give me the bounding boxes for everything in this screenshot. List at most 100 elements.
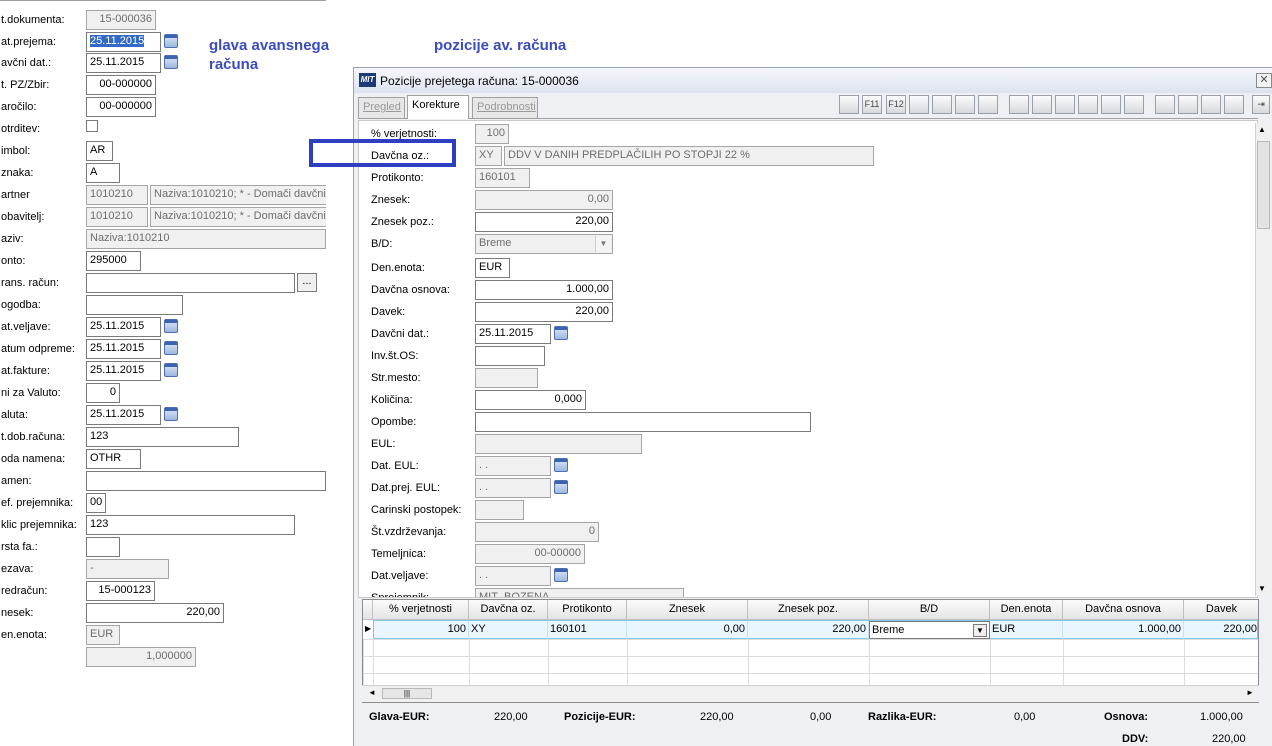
left-field-rans-ra-un[interactable] bbox=[86, 273, 295, 293]
field-inv-t-os[interactable] bbox=[475, 346, 545, 366]
left-field-ogodba[interactable] bbox=[86, 295, 183, 315]
toolbar-find-button[interactable] bbox=[1078, 95, 1098, 114]
tab-korekture[interactable]: Korekture bbox=[407, 95, 469, 119]
browse-button[interactable]: ... bbox=[297, 273, 317, 292]
close-window-button[interactable]: ✕ bbox=[1256, 73, 1272, 88]
toolbar-blank-button[interactable] bbox=[932, 95, 952, 114]
calendar-icon[interactable] bbox=[554, 326, 568, 340]
field-dav-na-oz[interactable]: XY bbox=[475, 146, 502, 166]
toolbar-last-button[interactable] bbox=[1224, 95, 1244, 114]
field-znesek[interactable]: 0,00 bbox=[475, 190, 613, 210]
toolbar-open-button[interactable] bbox=[1032, 95, 1052, 114]
toolbar-prev-button[interactable] bbox=[1178, 95, 1198, 114]
field-opombe[interactable] bbox=[475, 412, 811, 432]
grid-header-protikonto[interactable]: Protikonto bbox=[548, 600, 627, 620]
hscroll-right-arrow[interactable]: ► bbox=[1246, 688, 1254, 697]
grid-header-dav-na-osnova[interactable]: Davčna osnova bbox=[1063, 600, 1184, 620]
left-field-name-artner[interactable]: Naziva:1010210; * - Domači davčni z bbox=[150, 185, 326, 205]
field-verjetnosti[interactable]: 100 bbox=[475, 124, 509, 144]
grid-header-den-enota[interactable]: Den.enota bbox=[990, 600, 1063, 620]
hscroll-thumb[interactable]: ||| bbox=[382, 688, 432, 699]
grid-cell-dav-na-oz[interactable]: XY bbox=[469, 621, 548, 639]
dropdown-button[interactable]: ▼ bbox=[595, 236, 611, 252]
field-dat-eul[interactable]: . . bbox=[475, 456, 551, 476]
field-znesek-poz[interactable]: 220,00 bbox=[475, 212, 613, 232]
grid-hscrollbar[interactable]: ◄ ||| ► bbox=[362, 685, 1259, 702]
left-field-en-enota[interactable]: EUR bbox=[86, 625, 120, 645]
field-dav-na-osnova[interactable]: 1.000,00 bbox=[475, 280, 613, 300]
left-field-amen[interactable] bbox=[86, 471, 326, 491]
field-davek[interactable]: 220,00 bbox=[475, 302, 613, 322]
left-field-at-veljave[interactable]: 25.11.2015 bbox=[86, 317, 161, 337]
left-field-aziv[interactable]: Naziva:1010210 bbox=[86, 229, 326, 249]
toolbar-record-button[interactable] bbox=[978, 95, 998, 114]
left-field-ezava[interactable]: - bbox=[86, 559, 169, 579]
left-field-t-dokumenta[interactable]: 15-000036 bbox=[86, 10, 156, 30]
scroll-thumb[interactable] bbox=[1257, 141, 1270, 229]
grid-cell-verjetnosti[interactable]: 100 bbox=[373, 621, 469, 639]
field-dav-ni-dat[interactable]: 25.11.2015 bbox=[475, 324, 551, 344]
field-dat-prej-eul[interactable]: . . bbox=[475, 478, 551, 498]
left-field-znaka[interactable]: A bbox=[86, 163, 120, 183]
grid-cell-protikonto[interactable]: 160101 bbox=[548, 621, 627, 639]
toolbar-next-button[interactable] bbox=[1201, 95, 1221, 114]
field-den-enota[interactable]: EUR bbox=[475, 258, 510, 278]
grid-cell-znesek-poz[interactable]: 220,00 bbox=[748, 621, 869, 639]
toolbar-delete-button[interactable] bbox=[1055, 95, 1075, 114]
calendar-icon[interactable] bbox=[164, 34, 178, 48]
cell-dropdown-button[interactable]: ▼ bbox=[973, 624, 987, 637]
calendar-icon[interactable] bbox=[164, 319, 178, 333]
calendar-icon[interactable] bbox=[554, 480, 568, 494]
grid-header-znesek[interactable]: Znesek bbox=[627, 600, 748, 620]
field-koli-ina[interactable]: 0,000 bbox=[475, 390, 586, 410]
hscroll-left-arrow[interactable]: ◄ bbox=[368, 688, 376, 697]
toolbar-calc-button[interactable] bbox=[955, 95, 975, 114]
tab-pregled[interactable]: Pregled bbox=[358, 97, 405, 118]
left-field-aro-ilo[interactable]: 00-000000 bbox=[86, 97, 156, 117]
left-field-rsta-fa[interactable] bbox=[86, 537, 120, 557]
left-field-nesek[interactable]: 220,00 bbox=[86, 603, 224, 623]
left-field-t-pz-zbir[interactable]: 00-000000 bbox=[86, 75, 156, 95]
grid-cell-dav-na-osnova[interactable]: 1.000,00 bbox=[1063, 621, 1184, 639]
grid-cell-znesek[interactable]: 0,00 bbox=[627, 621, 748, 639]
calendar-icon[interactable] bbox=[164, 407, 178, 421]
scroll-up-arrow[interactable]: ▲ bbox=[1258, 125, 1266, 134]
grid-header-dav-na-oz[interactable]: Davčna oz. bbox=[469, 600, 548, 620]
toolbar-filter-button[interactable] bbox=[1101, 95, 1121, 114]
toolbar-f11-button[interactable]: F11 bbox=[862, 95, 882, 114]
grid-cell-davek[interactable]: 220,00 bbox=[1184, 621, 1258, 639]
left-field-ef-prejemnika[interactable]: 00 bbox=[86, 493, 106, 513]
left-field-at-prejema[interactable]: 25.11.2015 bbox=[86, 32, 161, 52]
left-field-oda-namena[interactable]: OTHR bbox=[86, 449, 141, 469]
checkbox-otrditev[interactable] bbox=[86, 120, 98, 132]
field-t-vzdr-evanja[interactable]: 0 bbox=[475, 522, 599, 542]
left-field-ni-za-valuto[interactable]: 0 bbox=[86, 383, 120, 403]
form-vertical-scrollbar[interactable]: ▲ ▼ bbox=[1255, 123, 1272, 596]
field-dav-na-oz-name[interactable]: DDV V DANIH PREDPLAČILIH PO STOPJI 22 % bbox=[504, 146, 874, 166]
left-field-artner[interactable]: 1010210 bbox=[86, 185, 148, 205]
calendar-icon[interactable] bbox=[164, 363, 178, 377]
grid-cell-den-enota[interactable]: EUR bbox=[990, 621, 1063, 639]
field-sprejemnik[interactable]: MIT_BOZENA bbox=[475, 588, 684, 597]
left-field-t-dob-ra-una[interactable]: 123 bbox=[86, 427, 239, 447]
grid-header-znesek-poz[interactable]: Znesek poz. bbox=[748, 600, 869, 620]
left-field-name-obavitelj[interactable]: Naziva:1010210; * - Domači davčni z bbox=[150, 207, 326, 227]
left-field-onto[interactable]: 295000 bbox=[86, 251, 141, 271]
left-field-obavitelj[interactable]: 1010210 bbox=[86, 207, 148, 227]
left-field-at-fakture[interactable]: 25.11.2015 bbox=[86, 361, 161, 381]
field-str-mesto[interactable] bbox=[475, 368, 538, 388]
toolbar-new-button[interactable] bbox=[839, 95, 859, 114]
left-field-av-ni-dat[interactable]: 25.11.2015 bbox=[86, 53, 161, 73]
grid-header-verjetnosti[interactable]: % verjetnosti bbox=[373, 600, 469, 620]
calendar-icon[interactable] bbox=[554, 568, 568, 582]
field-carinski-postopek[interactable] bbox=[475, 500, 524, 520]
calendar-icon[interactable] bbox=[554, 458, 568, 472]
left-field-redra-un[interactable]: 15-000123 bbox=[86, 581, 155, 601]
left-field-klic-prejemnika[interactable]: 123 bbox=[86, 515, 295, 535]
left-field-atum-odpreme[interactable]: 25.11.2015 bbox=[86, 339, 161, 359]
exit-button[interactable]: ⇥ bbox=[1252, 95, 1270, 114]
grid-header-davek[interactable]: Davek bbox=[1184, 600, 1258, 620]
left-field-rate[interactable]: 1,000000 bbox=[86, 647, 196, 667]
toolbar-first-button[interactable] bbox=[1155, 95, 1175, 114]
tab-podrobnosti[interactable]: Podrobnosti bbox=[472, 97, 538, 118]
